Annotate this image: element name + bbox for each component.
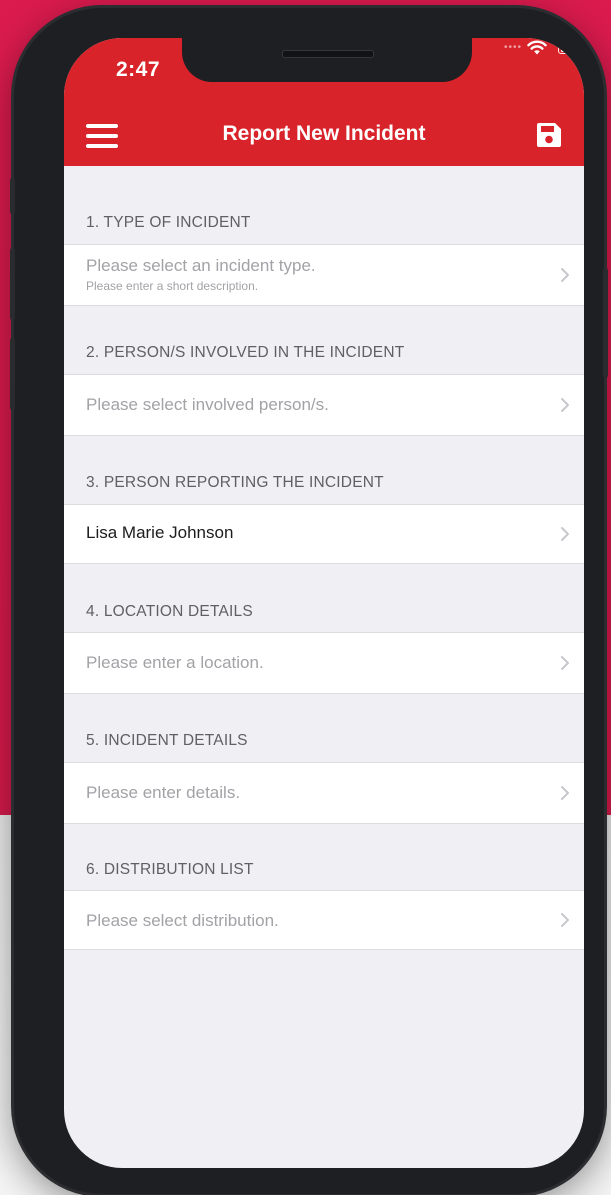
save-icon[interactable] — [536, 122, 562, 148]
person-reporting-value: Lisa Marie Johnson — [86, 523, 234, 542]
incident-type-row[interactable]: Please select an incident type. Please e… — [64, 244, 584, 306]
distribution-row[interactable]: Please select distribution. — [64, 890, 584, 950]
section-header: 4. LOCATION DETAILS — [86, 603, 253, 620]
chevron-right-icon — [561, 913, 569, 927]
section-header: 5. INCIDENT DETAILS — [86, 732, 248, 749]
chevron-right-icon — [561, 527, 569, 541]
battery-icon — [558, 42, 584, 54]
speaker-grille — [282, 50, 374, 58]
phone-screen: 2:47 •••• Report New Incident 1. TYPE OF… — [64, 38, 584, 1168]
section-header: 6. DISTRIBUTION LIST — [86, 861, 254, 878]
side-button-left-silent — [10, 178, 15, 214]
distribution-value: Please select distribution. — [86, 911, 279, 930]
chevron-right-icon — [561, 786, 569, 800]
incident-details-value: Please enter details. — [86, 783, 241, 802]
persons-involved-row[interactable]: Please select involved person/s. — [64, 374, 584, 436]
notch — [182, 38, 472, 82]
phone-frame: 2:47 •••• Report New Incident 1. TYPE OF… — [10, 8, 608, 1194]
chevron-right-icon — [561, 398, 569, 412]
cellular-signal-icon: •••• — [503, 42, 522, 53]
side-button-left-volume-down — [10, 338, 15, 410]
location-row[interactable]: Please enter a location. — [64, 632, 584, 694]
chevron-right-icon — [561, 656, 569, 670]
section-header: 2. PERSON/S INVOLVED IN THE INCIDENT — [86, 344, 405, 361]
side-button-right-power — [603, 268, 608, 378]
backdrop: 2:47 •••• Report New Incident 1. TYPE OF… — [0, 0, 611, 1195]
persons-involved-value: Please select involved person/s. — [86, 395, 329, 414]
incident-type-value: Please select an incident type. — [86, 256, 316, 275]
incident-type-description: Please enter a short description. — [86, 279, 259, 293]
page-title: Report New Incident — [222, 122, 426, 145]
location-value: Please enter a location. — [86, 653, 264, 672]
section-header: 3. PERSON REPORTING THE INCIDENT — [86, 474, 384, 491]
status-time: 2:47 — [116, 58, 161, 81]
wifi-icon — [527, 40, 547, 55]
chevron-right-icon — [561, 268, 569, 282]
section-header: 1. TYPE OF INCIDENT — [86, 214, 251, 231]
person-reporting-row[interactable]: Lisa Marie Johnson — [64, 504, 584, 564]
side-button-left-volume-up — [10, 248, 15, 320]
incident-details-row[interactable]: Please enter details. — [64, 762, 584, 824]
top-bar: 2:47 •••• Report New Incident — [64, 38, 584, 166]
